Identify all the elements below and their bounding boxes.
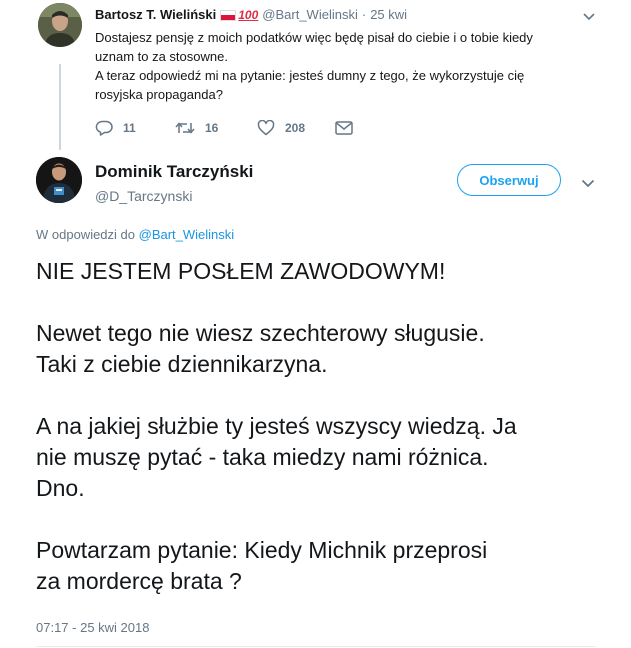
tweet-line: za mordercę brata ? — [36, 568, 242, 594]
reply-icon — [95, 120, 113, 136]
tweet-line: A na jakiej służbie ty jesteś wszyscy wi… — [36, 413, 517, 439]
follow-button[interactable]: Obserwuj — [457, 164, 561, 196]
parent-tweet-header: Bartosz T. Wieliński 100 @Bart_Wielinski… — [95, 6, 605, 24]
parent-tweet-line: Dostajesz pensję z moich podatków więc b… — [95, 30, 533, 45]
like-count: 208 — [285, 121, 306, 135]
avatar-photo-icon — [38, 3, 82, 47]
heart-icon — [257, 120, 275, 136]
parent-tweet-line: rosyjska propaganda? — [95, 87, 223, 102]
retweet-action[interactable]: 16 — [175, 120, 257, 136]
in-reply-to-mention[interactable]: @Bart_Wielinski — [139, 227, 235, 242]
reply-count: 11 — [123, 121, 136, 135]
separator-dot: · — [361, 7, 367, 22]
parent-tweet-text: Dostajesz pensję z moich podatków więc b… — [95, 28, 605, 104]
chevron-down-icon[interactable] — [583, 10, 595, 24]
tweet-line: Taki z ciebie dziennikarzyna. — [36, 351, 328, 377]
avatar-photo-icon — [36, 157, 82, 203]
divider — [36, 646, 596, 647]
retweet-icon — [175, 122, 195, 134]
tweet-paragraph: NIE JESTEM POSŁEM ZAWODOWYM! — [36, 256, 596, 287]
tweet-line: nie muszę pytać - taka miedzy nami różni… — [36, 444, 489, 470]
tweet-paragraph: Newet tego nie wiesz szechterowy sługusi… — [36, 318, 596, 380]
main-tweet-text: NIE JESTEM POSŁEM ZAWODOWYM! Newet tego … — [36, 256, 596, 597]
avatar-bartosz[interactable] — [38, 3, 82, 47]
like-action[interactable]: 208 — [257, 120, 335, 136]
hundred-points-icon: 100 — [238, 8, 259, 22]
parent-tweet: Bartosz T. Wieliński 100 @Bart_Wielinski… — [95, 6, 605, 104]
tweet-line: NIE JESTEM POSŁEM ZAWODOWYM! — [36, 258, 446, 284]
tweet-paragraph: Powtarzam pytanie: Kiedy Michnik przepro… — [36, 535, 596, 597]
main-author-name[interactable]: Dominik Tarczyński — [95, 161, 253, 183]
in-reply-to-label: W odpowiedzi do — [36, 227, 135, 242]
parent-author-name[interactable]: Bartosz T. Wieliński — [95, 6, 216, 24]
envelope-icon — [335, 121, 353, 135]
in-reply-to: W odpowiedzi do @Bart_Wielinski — [36, 226, 234, 244]
tweet-line: Newet tego nie wiesz szechterowy sługusi… — [36, 320, 485, 346]
thread-connector-line — [59, 64, 61, 150]
avatar-dominik[interactable] — [36, 157, 82, 203]
chevron-down-icon[interactable] — [581, 175, 595, 193]
tweet-timestamp[interactable]: 07:17 - 25 kwi 2018 — [36, 619, 149, 637]
tweet-line: Powtarzam pytanie: Kiedy Michnik przepro… — [36, 537, 488, 563]
direct-message-action[interactable] — [335, 121, 353, 135]
tweet-paragraph: A na jakiej służbie ty jesteś wszyscy wi… — [36, 411, 596, 504]
parent-tweet-line: A teraz odpowiedź mi na pytanie: jesteś … — [95, 68, 525, 83]
tweet-line: Dno. — [36, 475, 85, 501]
parent-tweet-line: uznam to za stosowne. — [95, 49, 228, 64]
parent-tweet-actions: 11 16 208 — [95, 120, 353, 136]
main-tweet-header: Dominik Tarczyński @D_Tarczynski — [95, 161, 253, 206]
parent-author-handle[interactable]: @Bart_Wielinski — [262, 6, 358, 24]
parent-tweet-time[interactable]: 25 kwi — [370, 6, 407, 24]
main-author-handle[interactable]: @D_Tarczynski — [95, 186, 253, 206]
reply-action[interactable]: 11 — [95, 120, 175, 136]
retweet-count: 16 — [205, 121, 219, 135]
poland-flag-icon — [220, 9, 237, 21]
